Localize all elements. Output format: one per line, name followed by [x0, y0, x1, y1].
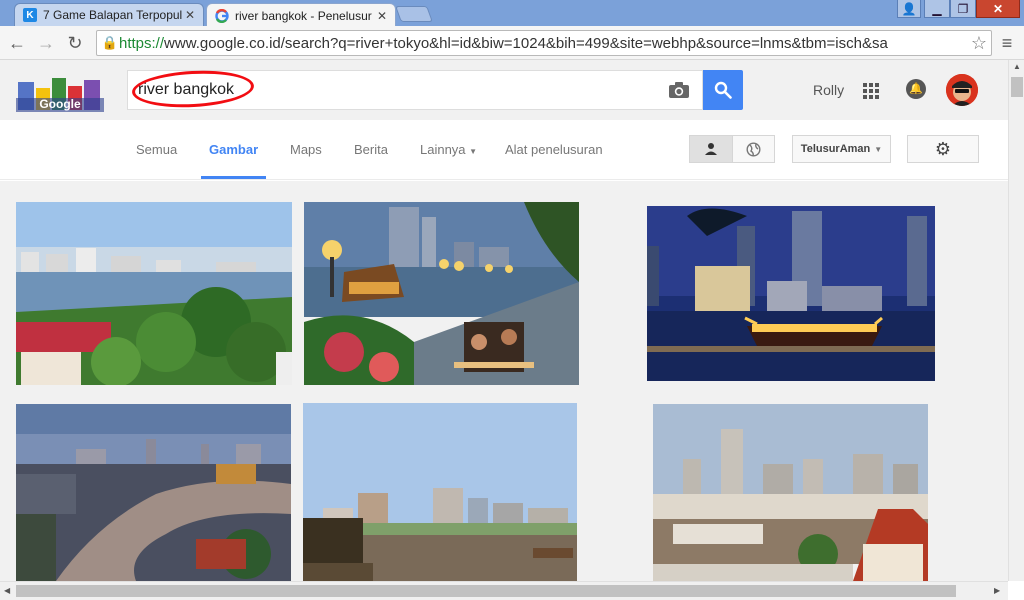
- horizontal-scroll-thumb[interactable]: [16, 585, 956, 597]
- avatar[interactable]: [946, 74, 978, 106]
- notifications-bell-icon[interactable]: 🔔: [906, 79, 926, 99]
- tab-river-bangkok[interactable]: river bangkok - Penelusur ✕: [206, 3, 396, 27]
- address-bar[interactable]: 🔒 https://www.google.co.id/search?q=rive…: [96, 30, 992, 56]
- bookmark-star-icon[interactable]: ☆: [971, 33, 987, 54]
- lock-icon: 🔒: [101, 35, 119, 50]
- tab-gambar[interactable]: Gambar: [209, 142, 258, 157]
- restore-icon[interactable]: ❐: [950, 0, 976, 18]
- k-icon: K: [23, 8, 37, 22]
- active-tab-underline: [201, 176, 266, 179]
- vertical-scrollbar[interactable]: ▲: [1008, 60, 1024, 581]
- person-icon: [705, 143, 717, 155]
- svg-text:Google: Google: [39, 97, 81, 111]
- google-header: Google river bangkok Rolly 🔔: [0, 60, 1008, 120]
- scroll-right-icon[interactable]: ▶: [994, 586, 1000, 595]
- search-icon: [714, 81, 732, 99]
- reload-icon[interactable]: ↻: [64, 32, 86, 54]
- scroll-left-icon[interactable]: ◀: [4, 586, 10, 595]
- minimize-icon[interactable]: ▁: [924, 0, 950, 18]
- settings-gear-icon[interactable]: ⚙: [907, 135, 979, 163]
- url-text: www.google.co.id/search?q=river+tokyo&hl…: [164, 34, 888, 52]
- close-tab-icon[interactable]: ✕: [183, 8, 197, 22]
- apps-grid-icon[interactable]: [863, 83, 879, 99]
- image-result-riverside-restaurant-dusk[interactable]: [304, 202, 579, 385]
- tab-game-balapan[interactable]: K 7 Game Balapan Terpopul ✕: [14, 3, 204, 26]
- tab-title: river bangkok - Penelusur: [235, 8, 372, 23]
- tab-alat-penelusuran[interactable]: Alat penelusuran: [505, 142, 603, 157]
- safesearch-dropdown[interactable]: TelusurAman ▼: [792, 135, 891, 163]
- forward-icon[interactable]: →: [35, 32, 57, 54]
- browser-tab-bar: K 7 Game Balapan Terpopul ✕ river bangko…: [0, 0, 1024, 27]
- google-g-icon: [215, 8, 229, 23]
- image-result-river-bend-evening[interactable]: [16, 404, 291, 581]
- horizontal-scrollbar[interactable]: ◀ ▶: [0, 581, 1008, 600]
- vertical-scroll-thumb[interactable]: [1011, 77, 1023, 97]
- user-name[interactable]: Rolly: [813, 82, 844, 98]
- search-box[interactable]: river bangkok: [127, 67, 703, 111]
- image-result-bangkok-river-aerial[interactable]: [16, 202, 292, 385]
- dropdown-arrow-icon: ▼: [874, 144, 883, 154]
- close-tab-icon[interactable]: ✕: [375, 9, 389, 23]
- browser-toolbar: ← → ↻ 🔒 https://www.google.co.id/search?…: [0, 26, 1024, 60]
- image-result-river-temple-roofs[interactable]: [653, 404, 928, 581]
- safesearch-label: TelusurAman: [800, 143, 871, 155]
- red-circle-annotation: [131, 67, 255, 111]
- tab-lainnya-label: Lainnya: [420, 142, 466, 157]
- new-tab-button[interactable]: [395, 6, 433, 22]
- tab-lainnya[interactable]: Lainnya ▼: [420, 142, 477, 157]
- profile-icon[interactable]: 👤: [897, 0, 921, 18]
- search-nav-bar: Semua Gambar Maps Berita Lainnya ▼ Alat …: [0, 120, 1008, 180]
- image-results-grid: [0, 181, 1008, 581]
- tab-title: 7 Game Balapan Terpopul: [43, 8, 183, 22]
- search-button[interactable]: [703, 70, 743, 110]
- scroll-up-icon[interactable]: ▲: [1013, 62, 1021, 71]
- url-scheme: https://: [119, 34, 165, 52]
- tab-berita[interactable]: Berita: [354, 142, 388, 157]
- close-window-icon[interactable]: ✕: [976, 0, 1020, 18]
- tab-maps[interactable]: Maps: [290, 142, 322, 157]
- image-result-night-dinner-boat[interactable]: [647, 206, 935, 381]
- menu-icon[interactable]: ≡: [996, 32, 1018, 54]
- camera-icon[interactable]: [668, 81, 690, 99]
- personal-results-button[interactable]: [689, 135, 733, 163]
- dropdown-arrow-icon: ▼: [469, 147, 478, 156]
- tab-semua[interactable]: Semua: [136, 142, 177, 157]
- image-result-river-skyline-day[interactable]: [303, 403, 577, 581]
- back-icon[interactable]: ←: [6, 32, 28, 54]
- global-results-button[interactable]: [732, 135, 775, 163]
- google-doodle-logo[interactable]: Google: [16, 76, 104, 112]
- globe-icon: [746, 141, 761, 157]
